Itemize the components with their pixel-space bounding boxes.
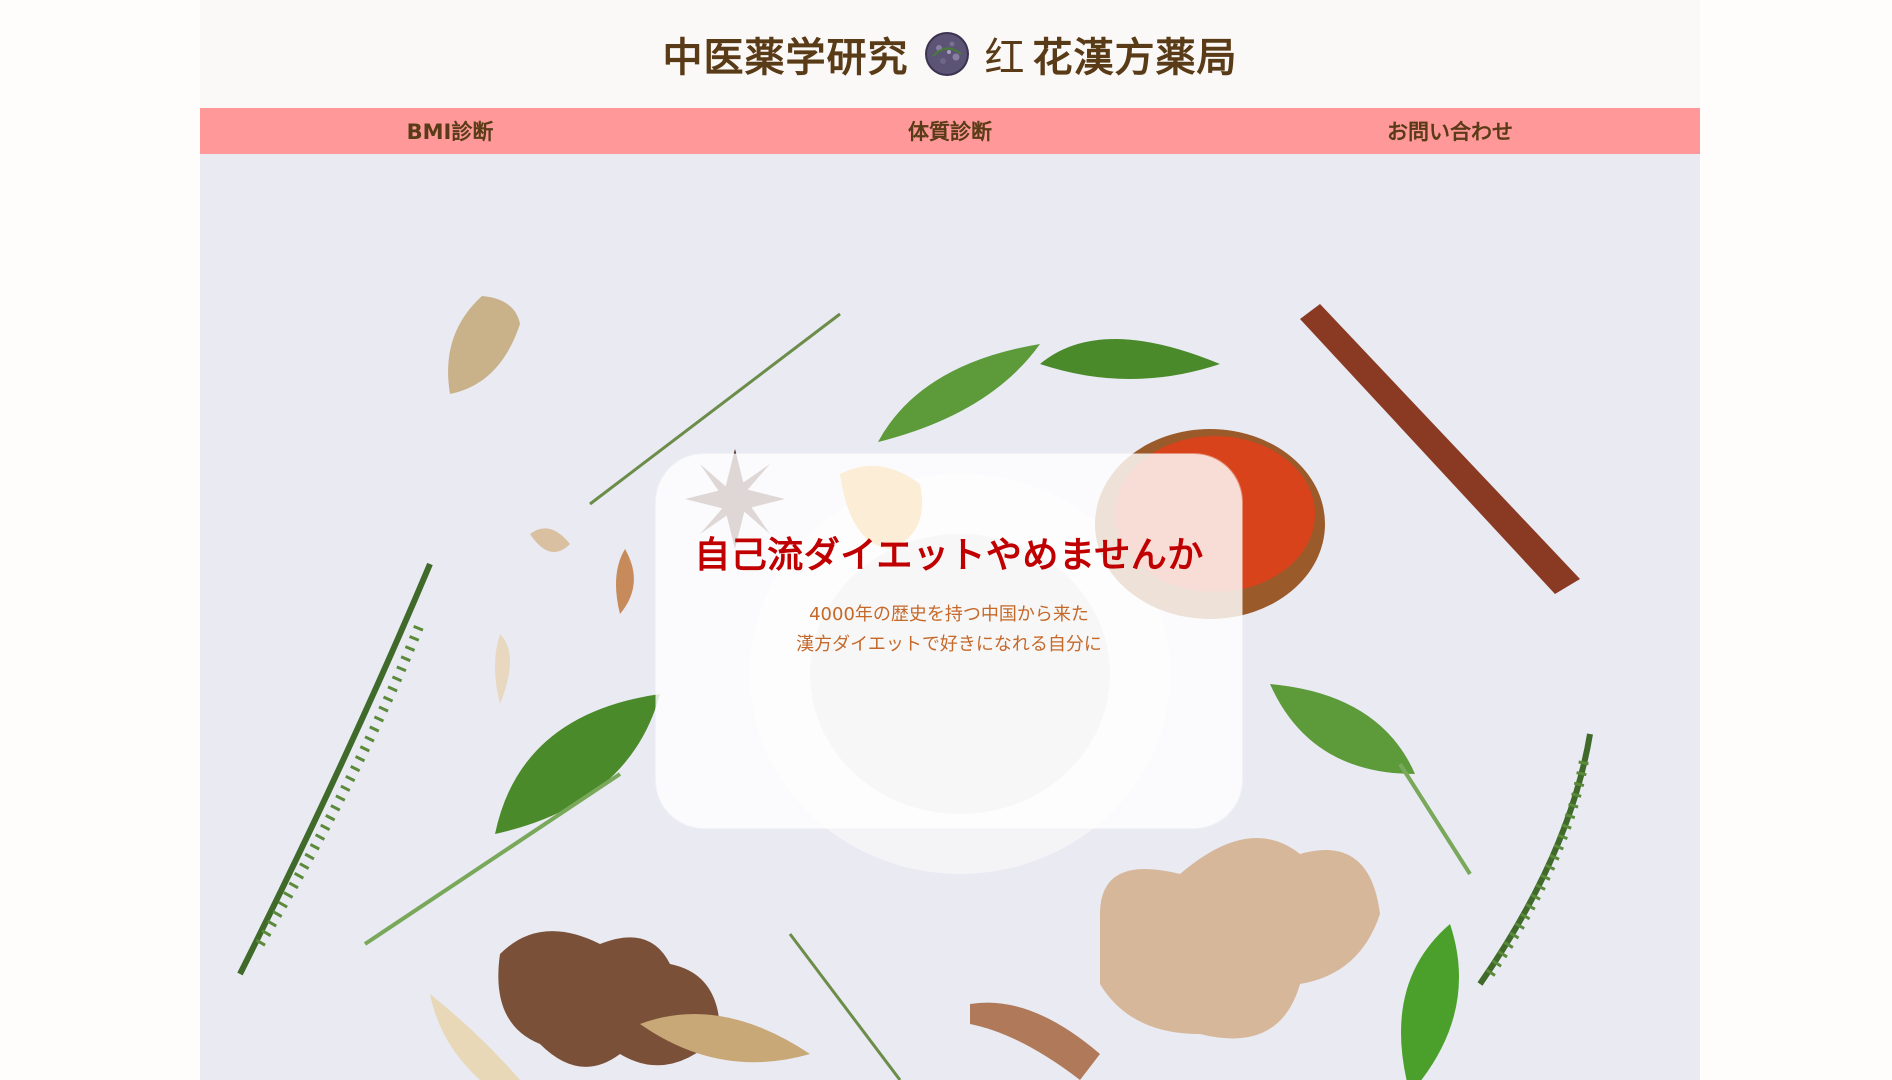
main-nav: BMI診断 体質診断 お問い合わせ <box>200 108 1700 154</box>
hero-section: 自己流ダイエットやめませんか 4000年の歴史を持つ中国から来た 漢方ダイエット… <box>200 154 1700 1080</box>
nav-contact[interactable]: お問い合わせ <box>1200 108 1700 154</box>
site-header: 中医薬学研究 红 花漢方薬局 <box>200 0 1700 108</box>
site-title-right: 花漢方薬局 <box>1032 35 1238 81</box>
hero-subtext: 4000年の歴史を持つ中国から来た 漢方ダイエットで好きになれる自分に <box>656 600 1242 660</box>
site-title-red-char: 红 <box>984 35 1025 81</box>
hero-headline: 自己流ダイエットやめませんか <box>694 535 1204 576</box>
site-title-left: 中医薬学研究 <box>662 35 909 81</box>
hero-subline-1: 4000年の歴史を持つ中国から来た <box>809 604 1089 625</box>
nav-constitution-diagnosis[interactable]: 体質診断 <box>700 108 1200 154</box>
page: 中医薬学研究 红 花漢方薬局 BMI診断 体質診断 お問い合わせ 自己流ダイエッ… <box>200 0 1700 1080</box>
hero-subline-2: 漢方ダイエットで好きになれる自分に <box>796 634 1102 655</box>
herb-seal-logo-icon <box>924 32 969 76</box>
nav-bmi-diagnosis[interactable]: BMI診断 <box>200 108 700 154</box>
hero-message-card: 自己流ダイエットやめませんか 4000年の歴史を持つ中国から来た 漢方ダイエット… <box>656 454 1242 828</box>
